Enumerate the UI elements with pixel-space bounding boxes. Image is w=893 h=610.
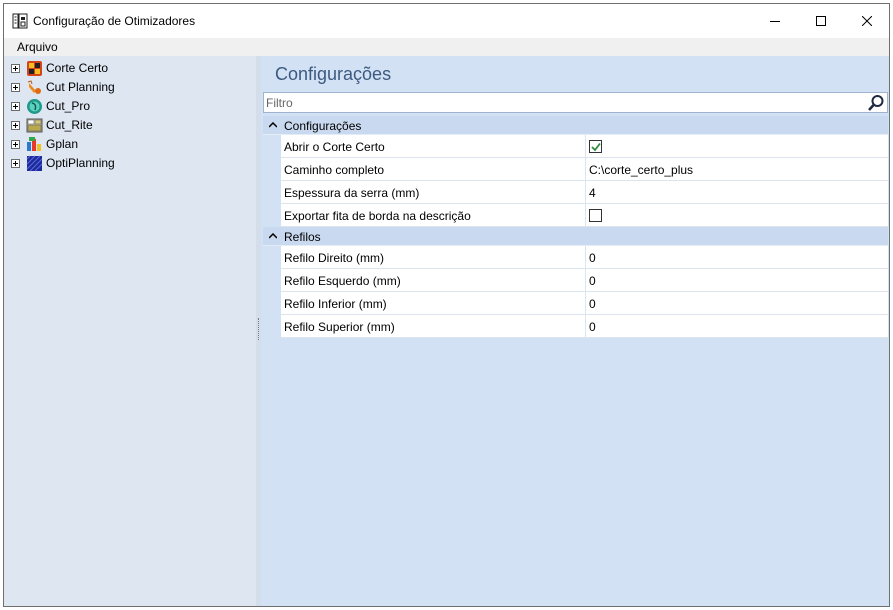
column-divider [585,135,586,158]
property-name: Exportar fita de borda na descrição [284,209,471,223]
gplan-icon [27,137,41,151]
column-divider [585,269,586,292]
category-label: Configurações [284,119,362,133]
abrir-corte-certo-checkbox[interactable] [589,140,602,153]
column-divider [585,181,586,204]
optimizer-tree: Corte Certo Cut Planning Cut_Pro Cut_Rit… [4,56,256,606]
checkmark-icon [591,142,601,152]
column-divider [585,246,586,269]
title-bar[interactable]: Configuração de Otimizadores [4,4,889,38]
expand-icon[interactable] [11,102,20,111]
property-name: Espessura da serra (mm) [284,186,420,200]
tree-item-label: Cut_Rite [46,118,93,132]
corte-certo-icon [27,61,42,76]
property-row[interactable]: Exportar fita de borda na descrição [263,204,888,227]
tree-item-cut-planning[interactable]: Cut Planning [4,78,254,97]
tree-item-optiplanning[interactable]: OptiPlanning [4,154,254,173]
row-gutter [263,315,281,338]
chevron-up-icon[interactable] [269,122,277,128]
expand-icon[interactable] [11,64,20,73]
refilo-esquerdo-value[interactable]: 0 [589,274,596,288]
property-row[interactable]: Espessura da serra (mm) 4 [263,181,888,204]
column-divider [585,292,586,315]
menu-bar: Arquivo [4,38,889,56]
maximize-icon [816,16,826,26]
expand-icon[interactable] [11,159,20,168]
tree-item-corte-certo[interactable]: Corte Certo [4,59,254,78]
refilo-inferior-value[interactable]: 0 [589,297,596,311]
tree-item-gplan[interactable]: Gplan [4,135,254,154]
row-gutter [263,246,281,269]
property-name: Refilo Esquerdo (mm) [284,274,401,288]
column-divider [585,158,586,181]
row-gutter [263,269,281,292]
property-name: Caminho completo [284,163,385,177]
close-button[interactable] [844,4,889,38]
category-configuracoes[interactable]: Configurações [263,116,888,135]
tree-item-cut-pro[interactable]: Cut_Pro [4,97,254,116]
maximize-button[interactable] [798,4,844,38]
chevron-up-icon[interactable] [269,233,277,239]
column-divider [585,315,586,338]
expand-icon[interactable] [11,140,20,149]
tree-item-cut-rite[interactable]: Cut_Rite [4,116,254,135]
row-gutter [263,292,281,315]
filter-box [263,92,888,113]
tree-item-label: Cut Planning [46,80,115,94]
cut-planning-icon [27,80,41,94]
app-window: Configuração de Otimizadores Arquivo Cor… [3,3,890,607]
espessura-serra-value[interactable]: 4 [589,186,596,200]
row-gutter [263,158,281,181]
property-name: Abrir o Corte Certo [284,140,385,154]
property-name: Refilo Inferior (mm) [284,297,387,311]
column-divider [585,204,586,227]
property-row[interactable]: Refilo Esquerdo (mm) 0 [263,269,888,292]
cut-pro-icon [27,99,42,114]
row-gutter [263,181,281,204]
property-grid: Configurações Abrir o Corte Certo Caminh… [263,116,888,338]
optiplanning-icon [26,155,43,172]
tree-item-label: Cut_Pro [46,99,91,113]
caminho-completo-value[interactable]: C:\corte_certo_plus [589,163,693,177]
property-name: Refilo Superior (mm) [284,320,395,334]
property-row[interactable]: Refilo Inferior (mm) 0 [263,292,888,315]
close-icon [862,16,872,26]
property-row[interactable]: Refilo Direito (mm) 0 [263,246,888,269]
tree-item-label: Gplan [46,137,79,151]
category-refilos[interactable]: Refilos [263,227,888,246]
settings-panel: Configurações Configurações Abrir o Cort… [261,56,889,606]
search-icon[interactable] [867,94,885,112]
row-gutter [263,204,281,227]
refilo-direito-value[interactable]: 0 [589,251,596,265]
tree-item-label: OptiPlanning [46,156,115,170]
tree-item-label: Corte Certo [46,61,109,75]
page-title: Configurações [275,64,392,84]
refilo-superior-value[interactable]: 0 [589,320,596,334]
filter-input[interactable] [266,94,856,111]
exportar-fita-checkbox[interactable] [589,209,602,222]
property-row[interactable]: Refilo Superior (mm) 0 [263,315,888,338]
category-label: Refilos [284,230,321,244]
splitter-grip [258,318,259,340]
app-icon [12,13,28,29]
menu-arquivo[interactable]: Arquivo [13,40,62,54]
window-title: Configuração de Otimizadores [33,14,196,28]
row-gutter [263,135,281,158]
property-name: Refilo Direito (mm) [284,251,385,265]
property-row[interactable]: Abrir o Corte Certo [263,135,888,158]
minimize-icon [770,21,780,22]
minimize-button[interactable] [752,4,798,38]
property-row[interactable]: Caminho completo C:\corte_certo_plus [263,158,888,181]
cut-rite-icon [26,118,43,133]
expand-icon[interactable] [11,83,20,92]
expand-icon[interactable] [11,121,20,130]
